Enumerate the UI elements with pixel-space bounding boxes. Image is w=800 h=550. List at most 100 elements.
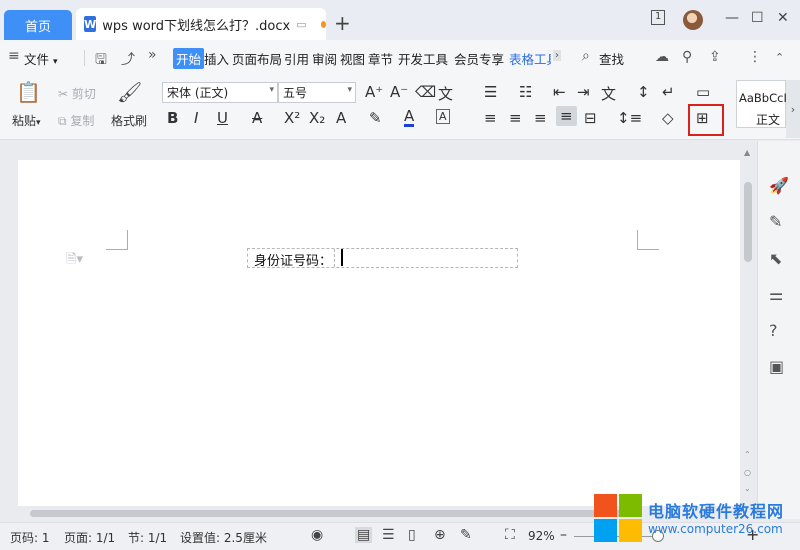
chevron-right-icon[interactable]: › bbox=[553, 50, 561, 61]
write-view-icon[interactable]: ✎ bbox=[460, 527, 472, 543]
hamburger-icon[interactable]: ≡ bbox=[8, 48, 20, 64]
strikethrough-icon[interactable]: A bbox=[252, 109, 262, 127]
decrease-indent-icon[interactable]: ⇤ bbox=[553, 83, 566, 101]
search-button[interactable]: 查找 bbox=[599, 49, 624, 68]
align-left-icon[interactable]: ≡ bbox=[484, 109, 497, 127]
eye-icon[interactable]: ◉ bbox=[311, 527, 323, 543]
shading-icon[interactable]: ◇ bbox=[662, 109, 674, 127]
border-button-highlight[interactable] bbox=[688, 104, 724, 136]
home-tab[interactable]: 首页 bbox=[4, 10, 72, 40]
document-tab[interactable]: W wps word下划线怎么打？.docx ▭ bbox=[76, 8, 326, 40]
tab-view[interactable]: 视图 bbox=[340, 49, 365, 68]
collapse-ribbon-icon[interactable]: ⌃ bbox=[775, 51, 784, 64]
page-indicator-icon[interactable]: 1 bbox=[651, 10, 666, 25]
fit-page-icon[interactable]: ⛶ bbox=[505, 527, 515, 543]
justify-icon[interactable]: ≡ bbox=[556, 106, 577, 126]
tab-insert[interactable]: 插入 bbox=[204, 49, 229, 68]
show-marks-icon[interactable]: ↵ bbox=[662, 83, 675, 101]
image-icon[interactable]: ▣ bbox=[769, 357, 784, 376]
prev-page-icon[interactable]: ⌃ bbox=[744, 450, 751, 459]
increase-indent-icon[interactable]: ⇥ bbox=[577, 83, 590, 101]
tab-table-tools[interactable]: 表格工具 bbox=[509, 49, 551, 68]
font-size-select[interactable]: 五号 ▾ bbox=[278, 82, 356, 103]
line-spacing-icon[interactable]: ↕≡ bbox=[617, 109, 642, 127]
font-name-select[interactable]: 宋体 (正文) ▾ bbox=[162, 82, 278, 103]
page-view-icon[interactable]: ▤ bbox=[355, 527, 373, 543]
status-setting[interactable]: 设置值: 2.5厘米 bbox=[180, 529, 267, 546]
help-icon[interactable]: ? bbox=[769, 321, 778, 340]
status-section[interactable]: 节: 1/1 bbox=[128, 529, 167, 546]
paste-icon[interactable]: 📋 bbox=[16, 80, 41, 104]
minimize-button[interactable]: — bbox=[725, 10, 739, 26]
tab-developer[interactable]: 开发工具 bbox=[398, 49, 448, 68]
zoom-level[interactable]: 92% bbox=[528, 529, 555, 543]
double-chevron-icon[interactable]: » bbox=[148, 47, 157, 63]
text-effect-icon[interactable]: A bbox=[336, 109, 346, 127]
tab-chapter[interactable]: 章节 bbox=[368, 49, 393, 68]
menu-file[interactable]: 文件 ▾ bbox=[24, 49, 58, 68]
tab-start[interactable]: 开始 bbox=[173, 48, 205, 69]
close-button[interactable]: ✕ bbox=[777, 10, 789, 26]
rocket-icon[interactable]: 🚀 bbox=[769, 176, 789, 195]
bullet-list-icon[interactable]: ☰ bbox=[484, 83, 497, 101]
decrease-font-icon[interactable]: A⁻ bbox=[390, 83, 408, 101]
search-icon[interactable]: ⌕ bbox=[582, 48, 590, 64]
status-page-number[interactable]: 页码: 1 bbox=[10, 529, 50, 546]
paragraph-marker-icon[interactable]: 🗎▾ bbox=[66, 250, 83, 272]
avatar[interactable] bbox=[683, 10, 703, 30]
tab-stops-icon[interactable]: ▭ bbox=[696, 83, 710, 101]
monitor-icon[interactable]: ▭ bbox=[296, 18, 306, 31]
format-painter-icon[interactable]: 🖌 bbox=[117, 80, 142, 104]
select-browse-icon[interactable]: ○ bbox=[744, 468, 751, 477]
align-center-icon[interactable]: ≡ bbox=[509, 109, 522, 127]
zoom-out-button[interactable]: – bbox=[560, 527, 567, 543]
next-page-icon[interactable]: ⌄ bbox=[744, 484, 751, 493]
more-icon[interactable]: ⋮ bbox=[748, 49, 762, 65]
format-painter-button[interactable]: 格式刷 bbox=[111, 112, 147, 129]
horizontal-scrollbar-thumb[interactable] bbox=[30, 510, 630, 517]
tab-review[interactable]: 审阅 bbox=[312, 49, 337, 68]
scroll-up-icon[interactable]: ▲ bbox=[744, 148, 750, 157]
align-right-icon[interactable]: ≡ bbox=[534, 109, 547, 127]
cursor-icon[interactable]: ⬉ bbox=[769, 249, 782, 268]
collaborate-icon[interactable]: ⚲ bbox=[682, 49, 692, 65]
tab-member[interactable]: 会员专享 bbox=[454, 49, 504, 68]
numbered-list-icon[interactable]: ☷ bbox=[519, 83, 532, 101]
italic-icon[interactable]: I bbox=[194, 109, 198, 127]
web-view-icon[interactable]: ⊕ bbox=[434, 527, 446, 543]
increase-font-icon[interactable]: A⁺ bbox=[365, 83, 383, 101]
style-normal[interactable]: AaBbCcI 正文 bbox=[736, 80, 787, 128]
chevron-down-icon: ▾ bbox=[269, 85, 274, 95]
pen-icon[interactable]: ✎ bbox=[769, 212, 782, 231]
copy-button[interactable]: ⧉ 复制 bbox=[58, 112, 94, 129]
bold-icon[interactable]: B bbox=[167, 109, 178, 127]
reading-view-icon[interactable]: ▯ bbox=[408, 527, 416, 543]
tab-references[interactable]: 引用 bbox=[284, 49, 309, 68]
paste-button[interactable]: 粘贴▾ bbox=[12, 112, 41, 129]
distribute-icon[interactable]: ⊟ bbox=[584, 109, 597, 127]
status-pages[interactable]: 页面: 1/1 bbox=[64, 529, 115, 546]
document-page[interactable] bbox=[18, 160, 740, 506]
subscript-icon[interactable]: X₂ bbox=[309, 109, 325, 127]
superscript-icon[interactable]: X² bbox=[284, 109, 300, 127]
cut-button[interactable]: ✂ 剪切 bbox=[58, 85, 96, 102]
font-color-icon[interactable]: A bbox=[404, 108, 415, 127]
export-icon[interactable]: ⇪ bbox=[709, 49, 721, 65]
scrollbar-thumb[interactable] bbox=[744, 182, 752, 262]
new-tab-button[interactable]: + bbox=[334, 11, 351, 35]
pinyin-icon[interactable]: 文 bbox=[438, 83, 453, 104]
clear-format-icon[interactable]: ⌫ bbox=[415, 83, 436, 101]
sort-icon[interactable]: ↕ bbox=[637, 83, 650, 101]
char-border-icon[interactable]: A bbox=[436, 109, 450, 124]
underline-icon[interactable]: U bbox=[217, 109, 228, 127]
sliders-icon[interactable]: ⚌ bbox=[769, 285, 783, 304]
outline-view-icon[interactable]: ☰ bbox=[382, 527, 395, 543]
chinese-layout-icon[interactable]: 文 bbox=[601, 83, 616, 104]
cloud-sync-icon[interactable]: ☁ bbox=[655, 49, 669, 65]
tab-page-layout[interactable]: 页面布局 bbox=[232, 49, 282, 68]
save-icon[interactable]: 🖫 bbox=[95, 49, 107, 73]
maximize-button[interactable]: ☐ bbox=[751, 10, 764, 26]
share-icon[interactable]: ⤴ bbox=[121, 49, 135, 69]
highlight-icon[interactable]: ✎ bbox=[369, 109, 382, 127]
ribbon-scroll-right-icon[interactable]: › bbox=[786, 80, 800, 138]
